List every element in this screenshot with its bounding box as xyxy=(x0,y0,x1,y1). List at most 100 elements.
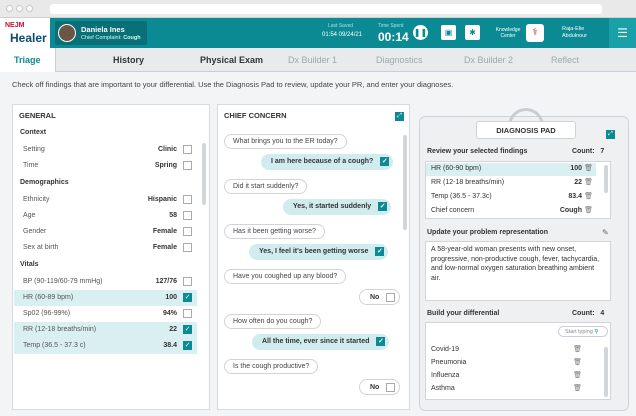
general-row[interactable]: Temp (36.5 - 37.3 c) 38.4 ✓ xyxy=(14,338,197,354)
row-checkbox[interactable] xyxy=(183,243,192,252)
answer-checkbox[interactable] xyxy=(386,383,396,392)
row-label: Ethnicity xyxy=(23,196,50,203)
answer-bubble[interactable]: Yes, I feel it's been getting worse ✓ xyxy=(249,244,389,260)
finding-row[interactable]: RR (12-18 breaths/min) 22 🗑 xyxy=(426,177,596,190)
row-label: BP (90-119/60-79 mmHg) xyxy=(23,278,103,285)
scrollbar[interactable] xyxy=(604,347,608,397)
diagnosis-pad-title: DIAGNOSIS PAD xyxy=(476,121,576,139)
finding-row[interactable]: HR (60-90 bpm) 100 🗑 xyxy=(426,163,596,176)
stethoscope-icon: ⚕ xyxy=(532,27,538,38)
trash-icon[interactable]: 🗑 xyxy=(584,192,593,200)
knowledge-center-label[interactable]: Knowledge Center xyxy=(493,27,523,39)
answer-bubble[interactable]: No xyxy=(359,289,401,305)
general-row[interactable]: Time Spring xyxy=(14,158,197,174)
trash-icon[interactable]: 🗑 xyxy=(573,358,582,366)
row-checkbox[interactable] xyxy=(183,277,192,286)
window-maximize-dot[interactable] xyxy=(26,5,33,12)
pencil-icon[interactable]: ✎ xyxy=(602,228,609,237)
general-row[interactable]: Gender Female xyxy=(14,224,197,240)
general-header: GENERAL xyxy=(19,111,56,120)
trash-icon[interactable]: 🗑 xyxy=(573,384,582,392)
general-row[interactable]: RR (12-18 breaths/min) 22 ✓ xyxy=(14,322,197,338)
answer-bubble[interactable]: All the time, ever since it started ✓ xyxy=(252,334,390,350)
trash-icon[interactable]: 🗑 xyxy=(584,206,593,214)
answer-text: No xyxy=(370,294,380,301)
general-row[interactable]: HR (60-89 bpm) 100 ✓ xyxy=(14,290,197,306)
general-row[interactable]: Sex at birth Female xyxy=(14,240,197,256)
tab-triage[interactable]: Triage xyxy=(0,48,56,72)
general-row[interactable]: Sp02 (96-99%) 94% xyxy=(14,306,197,322)
window-minimize-dot[interactable] xyxy=(16,5,23,12)
differential-item[interactable]: Influenza 🗑 xyxy=(426,370,596,383)
chief-concern-panel: CHIEF CONCERN ⤢ What brings you to the E… xyxy=(217,104,410,410)
knowledge-center-button[interactable]: ⚕ xyxy=(526,24,544,42)
row-label: Gender xyxy=(23,228,47,235)
save-button[interactable]: ▣ xyxy=(441,25,456,40)
differential-item[interactable]: Covid-19 🗑 xyxy=(426,344,596,357)
answer-bubble[interactable]: No xyxy=(359,379,401,395)
differential-item[interactable]: Pneumonia 🗑 xyxy=(426,357,596,370)
window-close-dot[interactable] xyxy=(6,5,13,12)
differential-search-input[interactable]: Start typing ⚲ xyxy=(558,326,608,337)
trash-icon[interactable]: 🗑 xyxy=(584,178,593,186)
browser-bar xyxy=(0,0,636,18)
section-demographics: Demographics xyxy=(20,179,69,186)
settings-button[interactable]: ✱ xyxy=(465,25,480,40)
user-name[interactable]: Raja-Elie Abdulnour xyxy=(562,26,587,40)
answer-bubble[interactable]: I am here because of a cough? ✓ xyxy=(261,154,394,170)
problem-representation-label: Update your problem representation xyxy=(427,229,548,236)
row-checkbox[interactable]: ✓ xyxy=(183,293,192,302)
menu-button[interactable]: ☰ xyxy=(609,18,636,48)
row-checkbox[interactable] xyxy=(183,309,192,318)
finding-row[interactable]: Temp (36.5 - 37.3c) 83.4 🗑 xyxy=(426,191,596,204)
trash-icon[interactable]: 🗑 xyxy=(573,371,582,379)
question-bubble: What brings you to the ER today? xyxy=(224,134,347,149)
answer-checkbox[interactable]: ✓ xyxy=(375,247,385,256)
differential-count: Count: 4 xyxy=(572,310,605,317)
answer-checkbox[interactable]: ✓ xyxy=(380,157,390,166)
row-checkbox[interactable] xyxy=(183,161,192,170)
review-findings-label: Review your selected findings xyxy=(427,148,528,155)
finding-label: Chief concern xyxy=(431,207,475,214)
answer-checkbox[interactable]: ✓ xyxy=(376,337,386,346)
trash-icon[interactable]: 🗑 xyxy=(584,164,593,172)
chief-complaint: Chief Complaint: Cough xyxy=(81,35,141,41)
row-label: Setting xyxy=(23,146,45,153)
general-row[interactable]: BP (90-119/60-79 mmHg) 127/76 xyxy=(14,274,197,290)
patient-name: Daniela Ines xyxy=(81,25,125,34)
row-checkbox[interactable] xyxy=(183,227,192,236)
trash-icon[interactable]: 🗑 xyxy=(573,345,582,353)
url-bar[interactable] xyxy=(50,4,602,14)
general-row[interactable]: Ethnicity Hispanic xyxy=(14,192,197,208)
row-checkbox[interactable] xyxy=(183,211,192,220)
tab-diagnostics[interactable]: Diagnostics xyxy=(376,55,423,65)
differential-label: Build your differential xyxy=(427,310,500,317)
expand-icon[interactable]: ⤢ xyxy=(395,112,404,121)
expand-icon[interactable]: ⤢ xyxy=(606,130,615,139)
tab-physical-exam[interactable]: Physical Exam xyxy=(200,55,263,65)
problem-representation-text[interactable]: A 58-year-old woman presents with new on… xyxy=(425,241,611,301)
pause-button[interactable]: ❚❚ xyxy=(413,25,428,40)
finding-row[interactable]: Chief concern Cough 🗑 xyxy=(426,205,596,218)
row-checkbox[interactable]: ✓ xyxy=(183,325,192,334)
tab-dx-builder-2[interactable]: Dx Builder 2 xyxy=(464,55,513,65)
tab-reflect[interactable]: Reflect xyxy=(551,55,579,65)
general-row[interactable]: Age 58 xyxy=(14,208,197,224)
question-bubble: Have you coughed up any blood? xyxy=(224,269,347,284)
scrollbar[interactable] xyxy=(604,165,608,193)
row-checkbox[interactable] xyxy=(183,195,192,204)
answer-bubble[interactable]: Yes, it started suddenly ✓ xyxy=(283,199,392,215)
answer-text: No xyxy=(370,384,380,391)
differential-item[interactable]: Asthma 🗑 xyxy=(426,383,596,396)
tab-dx-builder-1[interactable]: Dx Builder 1 xyxy=(288,55,337,65)
answer-checkbox[interactable]: ✓ xyxy=(378,202,388,211)
general-row[interactable]: Setting Clinic xyxy=(14,142,197,158)
scrollbar[interactable] xyxy=(202,143,206,205)
tab-history[interactable]: History xyxy=(113,55,144,65)
last-saved-value: 01:54 09/24/21 xyxy=(322,32,363,38)
scrollbar[interactable] xyxy=(403,135,407,230)
answer-text: Yes, I feel it's been getting worse xyxy=(259,248,369,255)
answer-checkbox[interactable] xyxy=(386,293,396,302)
row-checkbox[interactable] xyxy=(183,145,192,154)
row-checkbox[interactable]: ✓ xyxy=(183,341,192,350)
